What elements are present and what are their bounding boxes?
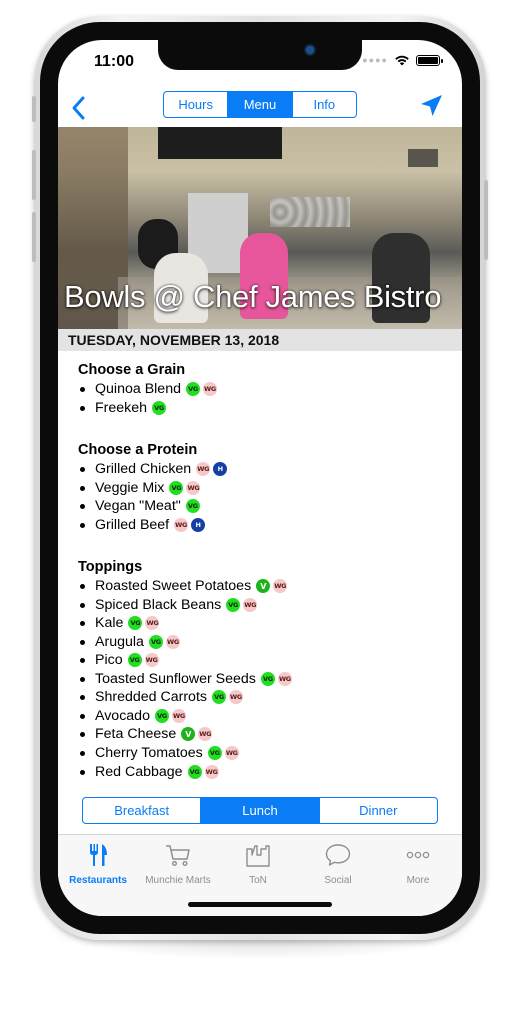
meal-tab-breakfast[interactable]: Breakfast bbox=[83, 798, 202, 823]
list-item: Spiced Black Beans VG WG bbox=[78, 597, 258, 613]
list-item: Feta Cheese V WG bbox=[78, 726, 213, 742]
section-title-protein: Choose a Protein bbox=[78, 442, 198, 458]
menu-date: TUESDAY, NOVEMBER 13, 2018 bbox=[68, 332, 280, 348]
whole-grain-badge: WG bbox=[277, 672, 292, 686]
whole-grain-badge: WG bbox=[228, 690, 243, 704]
segment-menu[interactable]: Menu bbox=[228, 92, 293, 117]
restaurant-title: Bowls @ Chef James Bistro bbox=[64, 279, 442, 314]
section-title-grain: Choose a Grain bbox=[78, 362, 186, 378]
whole-grain-badge: WG bbox=[198, 727, 213, 741]
vegan-badge: VG bbox=[185, 382, 200, 396]
status-time: 11:00 bbox=[94, 53, 135, 70]
vegan-badge: VG bbox=[154, 709, 169, 723]
view-segmented-control: Hours Menu Info bbox=[163, 91, 357, 118]
list-item: Quinoa Blend VG WG bbox=[78, 381, 217, 397]
vegetarian-badge: V bbox=[181, 727, 196, 741]
battery-icon bbox=[416, 54, 443, 66]
building-icon bbox=[246, 845, 270, 867]
meal-segmented-control: Breakfast Lunch Dinner bbox=[82, 797, 438, 824]
vegan-badge: VG bbox=[127, 653, 142, 667]
menu-list: Choose a Grain Quinoa Blend VG WG Freeke… bbox=[58, 351, 462, 799]
list-item: Red Cabbage VG WG bbox=[78, 764, 219, 780]
whole-grain-badge: WG bbox=[243, 598, 258, 612]
speech-bubble-icon bbox=[325, 844, 351, 866]
whole-grain-badge: WG bbox=[165, 635, 180, 649]
whole-grain-badge: WG bbox=[174, 518, 189, 532]
status-icons: ●●●● bbox=[362, 54, 443, 66]
list-item: Shredded Carrots VG WG bbox=[78, 689, 243, 705]
whole-grain-badge: WG bbox=[202, 382, 217, 396]
tab-social[interactable]: Social bbox=[298, 841, 378, 886]
halal-badge: H bbox=[191, 518, 206, 532]
mute-switch bbox=[32, 96, 36, 122]
list-item: Toasted Sunflower Seeds VG WG bbox=[78, 671, 292, 687]
list-item: Grilled Chicken WG H bbox=[78, 461, 228, 477]
whole-grain-badge: WG bbox=[196, 462, 211, 476]
cart-icon bbox=[166, 845, 190, 867]
list-item: Arugula VG WG bbox=[78, 634, 180, 650]
vegan-badge: VG bbox=[211, 690, 226, 704]
segment-info[interactable]: Info bbox=[293, 92, 356, 117]
volume-down-button bbox=[32, 212, 36, 262]
vegan-badge: VG bbox=[260, 672, 275, 686]
list-item: Roasted Sweet Potatoes V WG bbox=[78, 578, 288, 594]
location-arrow-icon[interactable] bbox=[418, 93, 444, 119]
whole-grain-badge: WG bbox=[145, 616, 160, 630]
whole-grain-badge: WG bbox=[171, 709, 186, 723]
home-indicator[interactable] bbox=[188, 902, 332, 907]
vegan-badge: VG bbox=[169, 481, 184, 495]
screen: 11:00 ●●●● Hours Menu Info Bowls @ Chef … bbox=[58, 40, 462, 916]
tab-ton[interactable]: ToN bbox=[218, 841, 298, 886]
vegan-badge: VG bbox=[148, 635, 163, 649]
vegan-badge: VG bbox=[207, 746, 222, 760]
section-title-toppings: Toppings bbox=[78, 559, 143, 575]
camera bbox=[306, 46, 314, 54]
volume-up-button bbox=[32, 150, 36, 200]
meal-tab-lunch[interactable]: Lunch bbox=[201, 798, 320, 823]
hero-image: Bowls @ Chef James Bistro bbox=[58, 127, 462, 329]
signal-icon: ●●●● bbox=[362, 55, 388, 65]
list-item: Pico VG WG bbox=[78, 652, 159, 668]
tab-more[interactable]: More bbox=[378, 841, 458, 886]
whole-grain-badge: WG bbox=[224, 746, 239, 760]
vegetarian-badge: V bbox=[256, 579, 271, 593]
more-dots-icon bbox=[406, 851, 430, 859]
segment-hours[interactable]: Hours bbox=[164, 92, 229, 117]
fork-knife-icon bbox=[90, 844, 107, 866]
list-item: Freekeh VG bbox=[78, 400, 167, 416]
whole-grain-badge: WG bbox=[144, 653, 159, 667]
vegan-badge: VG bbox=[128, 616, 143, 630]
wifi-icon bbox=[395, 55, 409, 66]
notch bbox=[158, 40, 362, 70]
date-bar: TUESDAY, NOVEMBER 13, 2018 bbox=[58, 329, 462, 351]
halal-badge: H bbox=[213, 462, 228, 476]
tab-restaurants[interactable]: Restaurants bbox=[58, 841, 138, 886]
nav-bar: Hours Menu Info bbox=[58, 88, 462, 128]
vegan-badge: VG bbox=[187, 765, 202, 779]
power-button bbox=[484, 180, 488, 260]
vegan-badge: VG bbox=[226, 598, 241, 612]
list-item: Grilled Beef WG H bbox=[78, 517, 206, 533]
list-item: Veggie Mix VG WG bbox=[78, 480, 201, 496]
list-item: Vegan "Meat" VG bbox=[78, 498, 200, 514]
whole-grain-badge: WG bbox=[186, 481, 201, 495]
tab-munchie-marts[interactable]: Munchie Marts bbox=[138, 841, 218, 886]
vegan-badge: VG bbox=[185, 499, 200, 513]
whole-grain-badge: WG bbox=[204, 765, 219, 779]
list-item: Avocado VG WG bbox=[78, 708, 186, 724]
vegan-badge: VG bbox=[152, 401, 167, 415]
list-item: Cherry Tomatoes VG WG bbox=[78, 745, 239, 761]
whole-grain-badge: WG bbox=[273, 579, 288, 593]
list-item: Kale VG WG bbox=[78, 615, 160, 631]
meal-tab-dinner[interactable]: Dinner bbox=[320, 798, 437, 823]
back-chevron-icon[interactable] bbox=[68, 94, 90, 122]
